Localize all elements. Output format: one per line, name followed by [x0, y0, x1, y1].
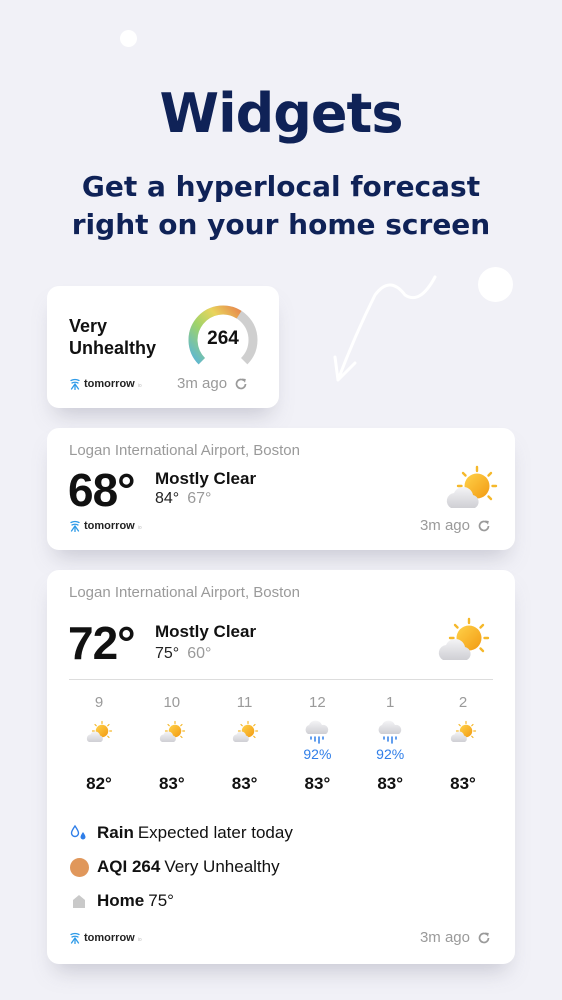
- rain-alert-row: Rain Expected later today: [69, 823, 293, 843]
- location-label: Logan International Airport, Boston: [69, 584, 300, 601]
- refresh-button[interactable]: 3m ago: [177, 375, 248, 392]
- brand-suffix: io: [137, 383, 142, 389]
- refresh-icon: [477, 931, 491, 945]
- aqi-status-label: Very Unhealthy: [69, 315, 156, 359]
- hour-temp: 83°: [304, 774, 331, 793]
- tomorrow-logo-icon: [69, 520, 81, 532]
- decorative-dot: [478, 267, 513, 302]
- precip-chance: 92%: [376, 746, 405, 762]
- small-weather-widget[interactable]: Logan International Airport, Boston 68° …: [47, 428, 515, 550]
- aqi-detail: Very Unhealthy: [164, 857, 280, 876]
- brand-name: tomorrow: [84, 932, 135, 944]
- brand-suffix: io: [137, 525, 142, 531]
- aqi-row: AQI 264 Very Unhealthy: [69, 857, 280, 877]
- hourly-item: 1 92% 83°: [360, 694, 420, 794]
- brand-name: tomorrow: [84, 378, 135, 390]
- large-weather-widget[interactable]: Logan International Airport, Boston 72° …: [47, 570, 515, 964]
- subtitle-line: right on your home screen: [71, 208, 491, 241]
- condition-label: Mostly Clear: [155, 469, 257, 488]
- hourly-item: 10 83°: [142, 694, 202, 794]
- brand-suffix: io: [137, 937, 142, 943]
- tomorrow-logo-icon: [69, 378, 81, 390]
- hour-time: 11: [236, 694, 253, 711]
- updated-time: 3m ago: [177, 375, 228, 392]
- updated-time: 3m ago: [419, 517, 470, 534]
- updated-time: 3m ago: [419, 929, 470, 946]
- raindrops-icon: [69, 823, 89, 843]
- refresh-icon: [477, 519, 491, 533]
- brand-logo: tomorrow io: [69, 520, 142, 532]
- precip-chance: 92%: [303, 746, 332, 762]
- rain-label: Rain: [97, 823, 134, 842]
- divider: [69, 679, 493, 680]
- brand-name: tomorrow: [84, 520, 135, 532]
- home-label: Home: [97, 891, 145, 910]
- partly-sunny-icon: [448, 720, 478, 746]
- rain-detail: Expected later today: [137, 823, 293, 842]
- hourly-item: 12 92% 83°: [287, 694, 347, 794]
- rain-cloud-icon: [302, 720, 332, 746]
- condition-label: Mostly Clear: [155, 622, 257, 641]
- decorative-dot: [120, 30, 137, 47]
- aqi-value: 264: [207, 328, 239, 349]
- partly-sunny-icon: [157, 720, 187, 746]
- subtitle-line: Get a hyperlocal forecast: [81, 170, 481, 203]
- partly-sunny-icon: [230, 720, 260, 746]
- location-label: Logan International Airport, Boston: [69, 442, 300, 459]
- tomorrow-logo-icon: [69, 932, 81, 944]
- aqi-label-line: Very: [69, 316, 108, 336]
- aqi-label: AQI 264: [97, 857, 161, 876]
- hour-temp: 83°: [377, 774, 404, 793]
- aqi-text: AQI 264 Very Unhealthy: [97, 857, 280, 877]
- aqi-widget[interactable]: Very Unhealthy 264 tomorrow io 3m ago: [47, 286, 279, 408]
- high-low: 75° 60°: [155, 645, 211, 663]
- hour-time: 9: [94, 694, 104, 711]
- brand-logo: tomorrow io: [69, 932, 142, 944]
- home-icon: [69, 891, 89, 911]
- hourly-item: 2 83°: [433, 694, 493, 794]
- home-text: Home 75°: [97, 891, 174, 911]
- partly-sunny-icon: [443, 464, 499, 516]
- high-temp: 84°: [155, 490, 180, 507]
- home-temp: 75°: [148, 891, 174, 910]
- current-temp: 72°: [68, 617, 136, 669]
- low-temp: 67°: [187, 490, 212, 507]
- page-subtitle: Get a hyperlocal forecast right on your …: [0, 168, 562, 244]
- low-temp: 60°: [187, 645, 212, 662]
- hour-temp: 83°: [231, 774, 258, 793]
- hour-temp: 83°: [450, 774, 476, 793]
- hour-temp: 83°: [158, 774, 185, 793]
- partly-sunny-icon: [84, 720, 114, 746]
- current-temp: 68°: [68, 464, 136, 516]
- aqi-dot-icon: [69, 857, 89, 877]
- hour-temp: 82°: [86, 774, 112, 793]
- refresh-button[interactable]: 3m ago: [420, 929, 491, 946]
- high-temp: 75°: [155, 645, 180, 662]
- decorative-arrow-icon: [333, 275, 437, 382]
- brand-logo: tomorrow io: [69, 378, 142, 390]
- hour-time: 12: [309, 694, 326, 711]
- hour-time: 2: [458, 694, 468, 711]
- refresh-button[interactable]: 3m ago: [420, 517, 491, 534]
- hourly-forecast: 9 82° 10 83° 11 83° 12 92% 83° 1 92% 83° 2 83°: [69, 694, 493, 794]
- hourly-item: 11 83°: [215, 694, 275, 794]
- page-title: Widgets: [159, 82, 404, 145]
- home-row: Home 75°: [69, 891, 174, 911]
- refresh-icon: [234, 377, 248, 391]
- hourly-item: 9 82°: [69, 694, 129, 794]
- aqi-label-line: Unhealthy: [69, 338, 157, 358]
- rain-alert-text: Rain Expected later today: [97, 823, 293, 843]
- high-low: 84° 67°: [155, 490, 211, 508]
- partly-sunny-icon: [435, 616, 491, 668]
- hour-time: 1: [386, 694, 395, 711]
- rain-cloud-icon: [375, 720, 405, 746]
- hour-time: 10: [163, 694, 181, 711]
